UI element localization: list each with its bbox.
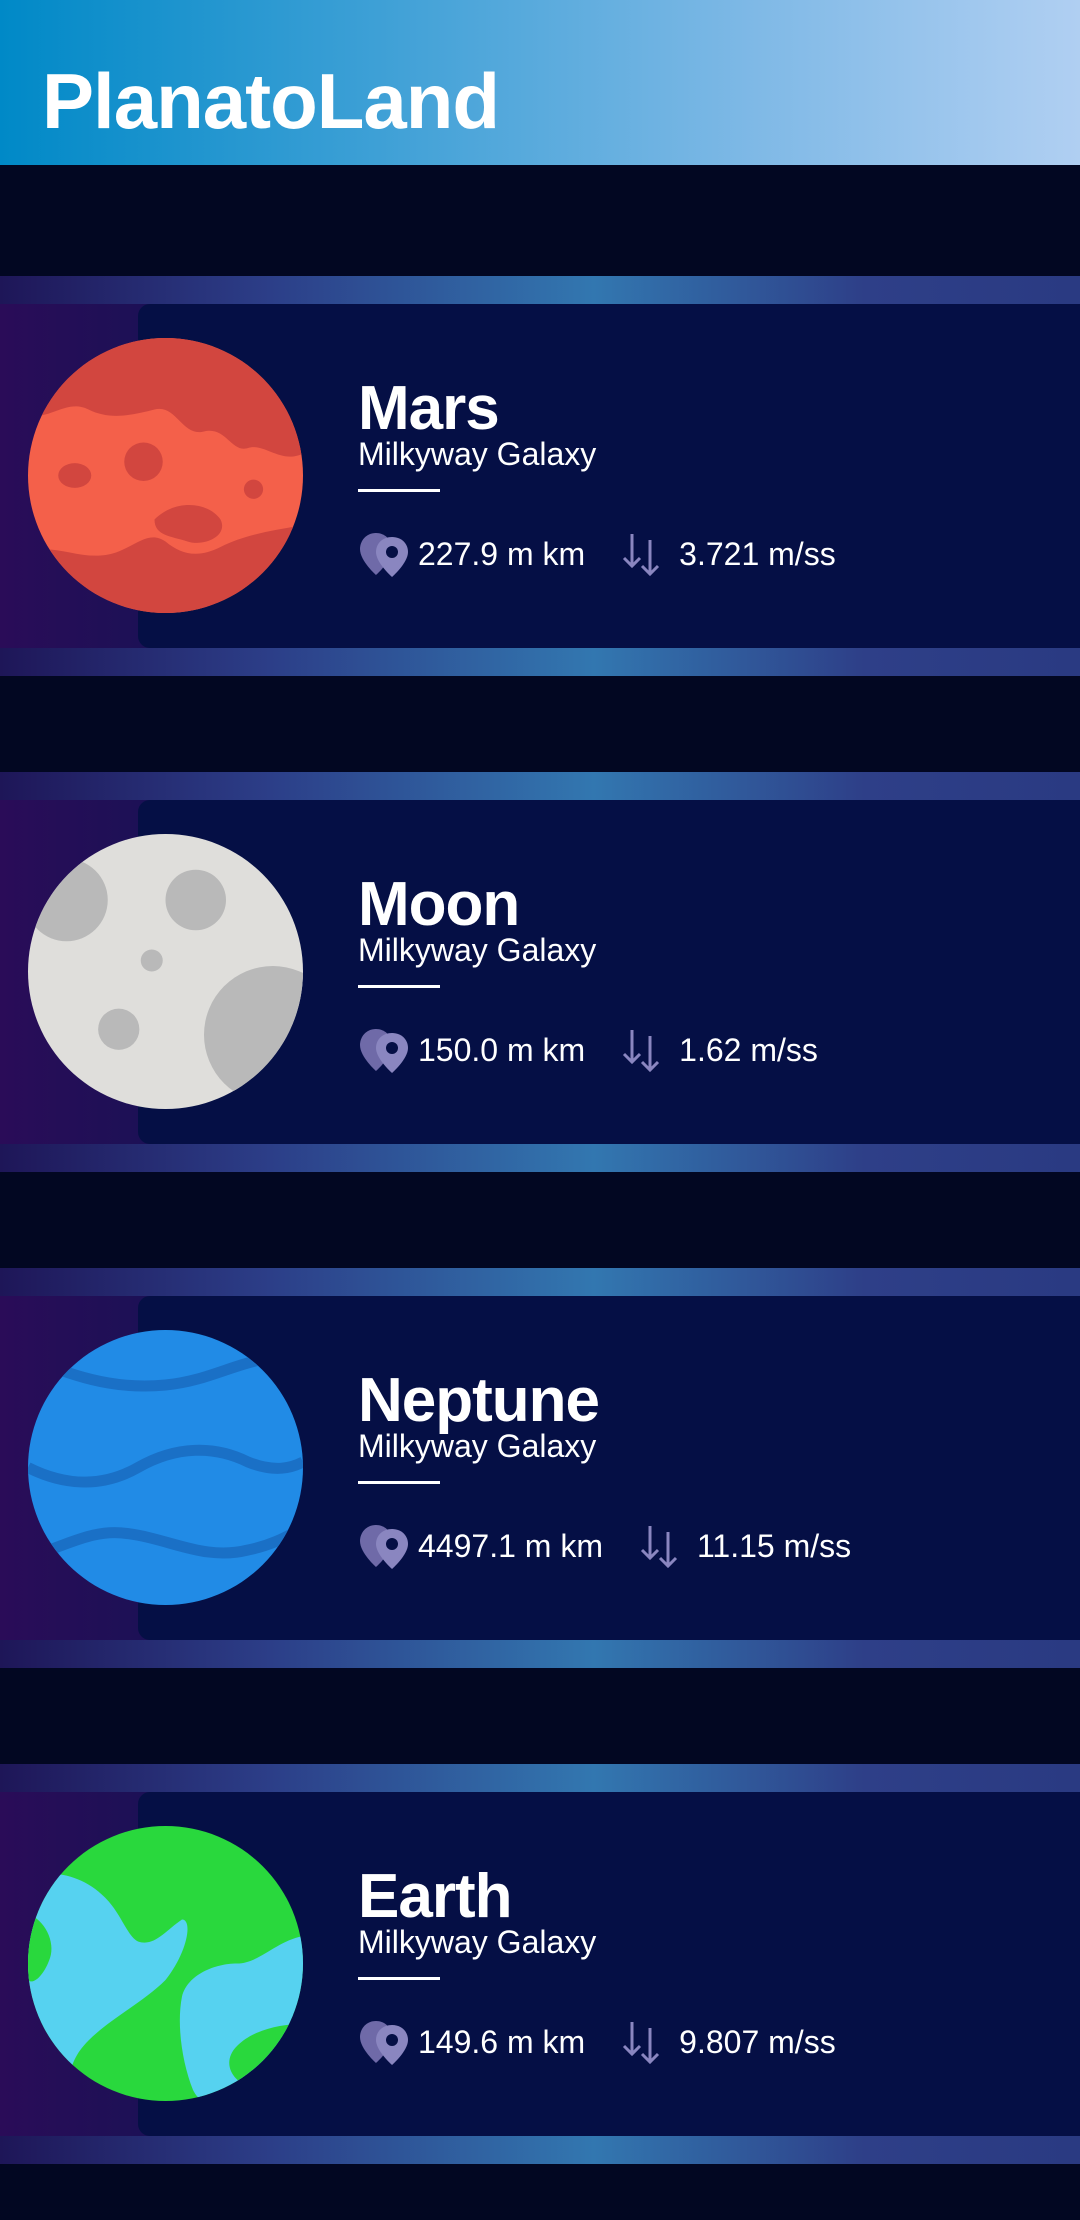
divider: [358, 1481, 440, 1484]
neptune-planet-icon: [28, 1330, 303, 1605]
app-title: PlanatoLand: [42, 57, 500, 145]
planet-card-mars[interactable]: Mars Milkyway Galaxy 227.9 m km 3.721 m/…: [0, 276, 1080, 676]
earth-planet-icon: [28, 1826, 303, 2101]
distance-value: 150.0 m km: [418, 1032, 586, 1068]
planet-galaxy: Milkyway Galaxy: [358, 932, 597, 968]
gravity-arrows-icon: [621, 1026, 661, 1074]
planet-galaxy: Milkyway Galaxy: [358, 1924, 597, 1960]
location-pin-icon: [358, 2017, 418, 2067]
app-bar: PlanatoLand: [0, 0, 1080, 165]
planet-galaxy: Milkyway Galaxy: [358, 436, 597, 472]
mars-planet-icon: [28, 338, 303, 613]
distance-value: 4497.1 m km: [418, 1528, 603, 1564]
planet-stats: 150.0 m km 1.62 m/ss: [358, 1022, 818, 1078]
gravity-arrows-icon: [621, 2018, 661, 2066]
gravity-value: 11.15 m/ss: [696, 1528, 852, 1564]
planet-card-earth[interactable]: Earth Milkyway Galaxy 149.6 m km 9.807 m…: [0, 1764, 1080, 2164]
planet-name: Mars: [358, 374, 500, 443]
divider: [358, 489, 440, 492]
gravity-value: 9.807 m/ss: [679, 2024, 836, 2060]
moon-planet-icon: [28, 834, 303, 1109]
distance-value: 149.6 m km: [418, 2024, 586, 2060]
divider: [358, 1977, 440, 1980]
planet-galaxy: Milkyway Galaxy: [358, 1428, 597, 1464]
gravity-value: 1.62 m/ss: [679, 1032, 818, 1068]
distance-value: 227.9 m km: [418, 536, 586, 572]
planet-name: Neptune: [358, 1366, 600, 1435]
planet-stats: 227.9 m km 3.721 m/ss: [358, 526, 836, 582]
planet-name: Moon: [358, 870, 520, 939]
gravity-value: 3.721 m/ss: [679, 536, 836, 572]
planet-stats: 4497.1 m km 11.15 m/ss: [358, 1518, 851, 1574]
location-pin-icon: [358, 529, 418, 579]
location-pin-icon: [358, 1521, 418, 1571]
planet-stats: 149.6 m km 9.807 m/ss: [358, 2014, 836, 2070]
divider: [358, 985, 440, 988]
planet-name: Earth: [358, 1862, 512, 1931]
gravity-arrows-icon: [639, 1522, 679, 1570]
location-pin-icon: [358, 1025, 418, 1075]
planet-card-moon[interactable]: Moon Milkyway Galaxy 150.0 m km 1.62 m/s…: [0, 772, 1080, 1172]
gravity-arrows-icon: [621, 530, 661, 578]
planet-card-neptune[interactable]: Neptune Milkyway Galaxy 4497.1 m km 11.1…: [0, 1268, 1080, 1668]
